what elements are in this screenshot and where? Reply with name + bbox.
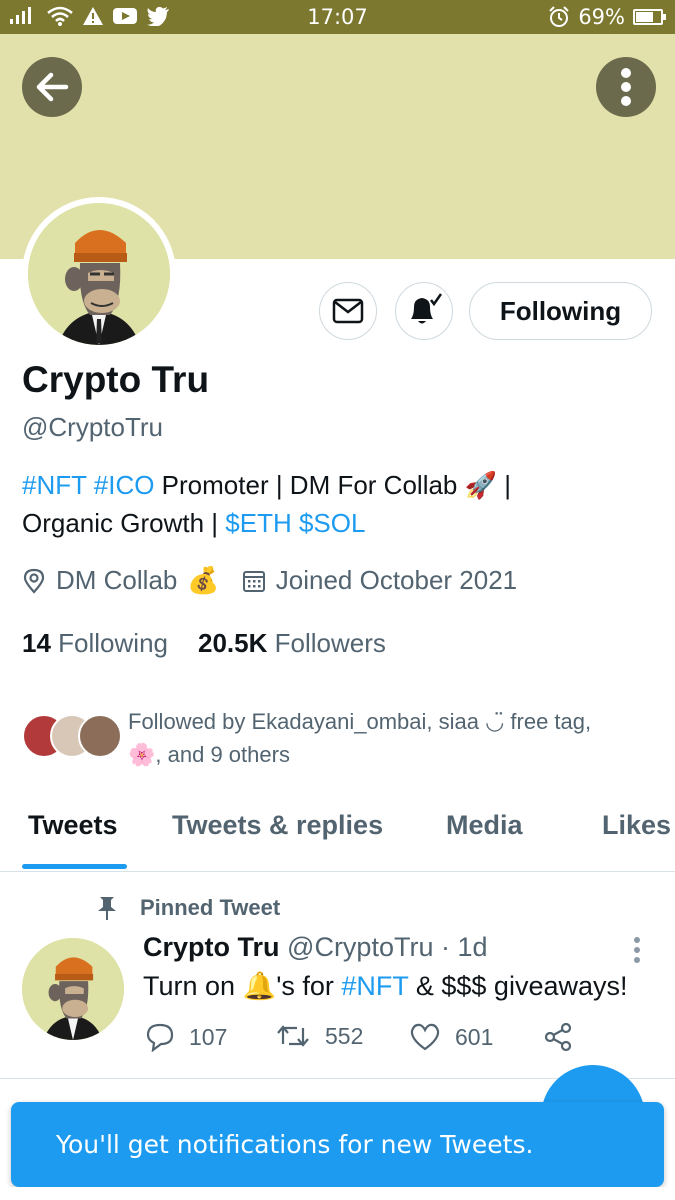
tweet-text-2: 's for [276, 971, 342, 1001]
bottom-edge [0, 1187, 675, 1200]
tweet-text-3: & $$$ giveaways! [408, 971, 628, 1001]
following-stat[interactable]: 14 Following [22, 628, 168, 659]
status-bar-right: 69% [548, 5, 666, 29]
profile-avatar-ring[interactable] [22, 197, 176, 351]
share-action[interactable] [543, 1022, 573, 1052]
avatar [28, 203, 170, 345]
retweet-action[interactable]: 552 [275, 1022, 363, 1050]
location-item: DM Collab 💰 [22, 565, 220, 596]
alarm-icon [549, 6, 570, 27]
share-icon [544, 1022, 572, 1052]
tweet-author-handle: @CryptoTru [287, 932, 434, 962]
heart-icon [410, 1023, 440, 1051]
message-button[interactable] [319, 282, 377, 340]
status-bar: 17:07 69% [0, 0, 675, 34]
tweet-more-icon[interactable] [626, 936, 648, 966]
battery-fill [636, 12, 653, 22]
profile-bio: #NFT #ICO Promoter | DM For Collab 🚀 | O… [22, 466, 642, 542]
like-action[interactable]: 601 [409, 1022, 493, 1052]
envelope-icon [332, 298, 364, 324]
like-count: 601 [455, 1023, 494, 1050]
bell-emoji: 🔔 [242, 971, 277, 1001]
bio-cashtag-eth[interactable]: $ETH [225, 508, 291, 538]
followers-count: 20.5K [197, 628, 268, 658]
bio-cashtag-sol[interactable]: $SOL [299, 508, 366, 538]
followed-by-text-2: , and 9 others [155, 742, 290, 767]
rocket-emoji: 🚀 [464, 470, 497, 500]
location-pin-icon [23, 568, 45, 594]
retweet-icon [277, 1025, 309, 1047]
tweet-text: Turn on 🔔's for #NFT & $$$ giveaways! [143, 970, 628, 1002]
ape-avatar-image [22, 938, 124, 1040]
notification-toast: You'll get notifications for new Tweets. [11, 1102, 664, 1187]
bio-hashtag-ico[interactable]: #ICO [94, 470, 155, 500]
battery-icon [633, 9, 666, 25]
ape-avatar-image [28, 203, 170, 345]
profile-handle: @CryptoTru [22, 412, 164, 442]
following-label: Following [58, 628, 168, 658]
battery-percent: 69% [578, 5, 625, 29]
tweet-header: Crypto Tru @CryptoTru · 1d [143, 932, 488, 963]
profile-meta: DM Collab 💰 Joined October 2021 [22, 565, 539, 596]
tweet-author-name[interactable]: Crypto Tru [143, 932, 280, 962]
more-vertical-icon [621, 68, 631, 106]
following-button[interactable]: Following [469, 282, 652, 340]
followers-stat[interactable]: 20.5K Followers [198, 628, 386, 659]
profile-name: Crypto Tru [22, 359, 210, 400]
tweet-text-1: Turn on [143, 971, 243, 1001]
joined-item: Joined October 2021 [242, 565, 517, 596]
retweet-count: 552 [325, 1022, 364, 1049]
more-options-button[interactable] [596, 57, 656, 117]
followers-label: Followers [274, 628, 386, 658]
follower-avatar-3 [78, 714, 122, 758]
bio-hashtag-nft[interactable]: #NFT [22, 470, 87, 500]
following-count: 14 [22, 628, 51, 658]
followed-by-text: Followed by Ekadayani_ombai, siaa ◡̈ fre… [128, 705, 648, 771]
cherry-blossom-emoji: 🌸 [128, 742, 156, 767]
location-text: DM Collab [56, 565, 178, 595]
money-bag-emoji: 💰 [187, 565, 220, 595]
reply-count: 107 [189, 1023, 228, 1050]
tweet-hashtag[interactable]: #NFT [341, 971, 408, 1001]
pinned-tweet-label: Pinned Tweet [96, 895, 280, 921]
joined-text: Joined October 2021 [275, 565, 518, 595]
followed-by-text-1: Followed by Ekadayani_ombai, siaa ◡̈ fre… [128, 709, 592, 734]
back-button[interactable] [22, 57, 82, 117]
profile-tabs: Tweets Tweets & replies Media Likes [0, 800, 675, 872]
active-tab-indicator [22, 864, 127, 869]
pinned-label: Pinned Tweet [140, 895, 281, 920]
tweet-avatar[interactable] [22, 938, 124, 1040]
tab-tweets[interactable]: Tweets [28, 810, 118, 841]
tab-tweets-replies[interactable]: Tweets & replies [172, 810, 383, 841]
arrow-left-icon [36, 72, 69, 102]
profile-stats: 14 Following 20.5K Followers [22, 628, 386, 659]
bio-text-1: Promoter | DM For Collab [154, 470, 465, 500]
reply-action[interactable]: 107 [145, 1022, 227, 1052]
tab-media[interactable]: Media [446, 810, 523, 841]
calendar-icon [242, 570, 265, 592]
pin-icon [98, 897, 116, 920]
bio-text-2: | [497, 470, 511, 500]
tab-likes[interactable]: Likes [602, 810, 671, 841]
notifications-toggle-button[interactable] [395, 282, 453, 340]
bio-text-3: Organic Growth | [22, 508, 226, 538]
tweet-actions: 107 552 601 [143, 1022, 603, 1058]
bell-check-icon [411, 293, 443, 324]
tweet-time: · 1d [433, 932, 488, 962]
reply-icon [146, 1023, 174, 1052]
toast-message: You'll get notifications for new Tweets. [56, 1130, 534, 1159]
